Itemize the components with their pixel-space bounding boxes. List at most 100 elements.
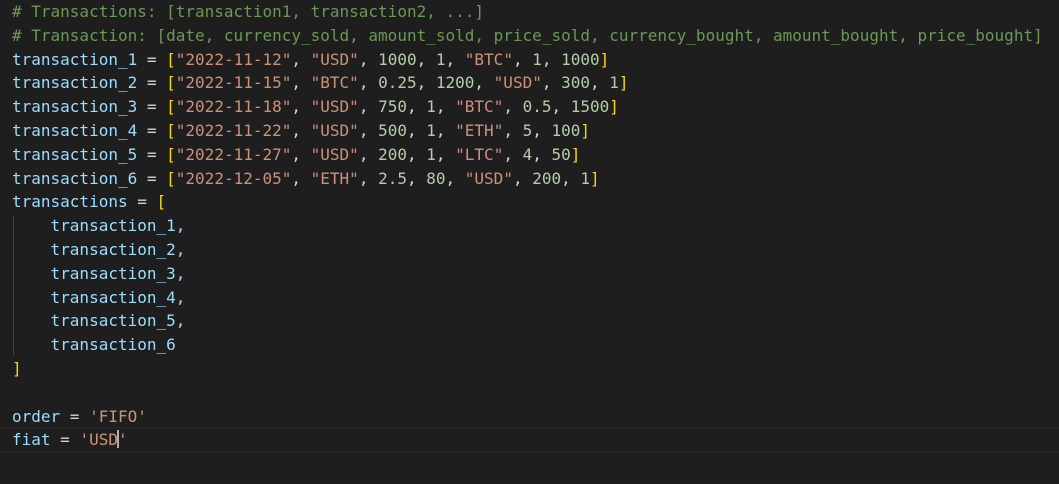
string: "BTC"	[455, 97, 504, 117]
code-line[interactable]: transaction_5,	[0, 309, 1059, 333]
number: 1	[532, 49, 542, 69]
string: "USD"	[464, 168, 513, 188]
number: 200	[378, 144, 407, 164]
string: "USD"	[310, 49, 359, 69]
separator: ,	[291, 73, 311, 93]
separator: ,	[416, 73, 436, 93]
code-line[interactable]: transaction_4 = ["2022-11-22", "USD", 50…	[0, 119, 1059, 143]
number: 1	[426, 144, 436, 164]
bracket: [	[166, 73, 176, 93]
string: "ETH"	[310, 168, 359, 188]
separator: ,	[358, 120, 379, 140]
operator: =	[50, 430, 80, 450]
variable: transaction_5	[12, 144, 138, 164]
number: 1	[426, 120, 436, 140]
string: "USD"	[310, 97, 359, 117]
operator: =	[60, 406, 90, 426]
number: 1	[426, 97, 436, 117]
code-line[interactable]: transaction_3 = ["2022-11-18", "USD", 75…	[0, 95, 1059, 119]
code-line-current[interactable]: fiat = 'USD'	[0, 427, 1059, 454]
number: 300	[561, 73, 591, 93]
string: "2022-11-22"	[175, 120, 292, 140]
code-line[interactable]: transaction_2,	[0, 238, 1059, 262]
number: 100	[551, 120, 581, 140]
code-line[interactable]: # Transactions: [transaction1, transacti…	[0, 0, 1059, 24]
bracket: [	[166, 168, 176, 188]
number: 1	[435, 49, 446, 69]
separator: ,	[406, 97, 427, 117]
code-line[interactable]: ]	[0, 357, 1059, 381]
operator: =	[137, 144, 167, 164]
bracket: ]	[609, 97, 619, 117]
code-editor[interactable]: # Transactions: [transaction1, transacti…	[0, 0, 1059, 484]
list-item: transaction_5,	[50, 311, 186, 331]
bracket: ]	[12, 358, 22, 378]
string: "LTC"	[455, 144, 504, 164]
separator: ,	[358, 97, 379, 117]
string: "2022-11-27"	[175, 144, 292, 164]
variable: transaction_4	[12, 120, 138, 140]
code-line[interactable]: transaction_1,	[0, 214, 1059, 238]
separator: ,	[291, 168, 311, 188]
string: 'FIFO'	[89, 406, 147, 426]
separator: ,	[406, 120, 427, 140]
separator: ,	[445, 168, 465, 188]
code-line[interactable]	[0, 381, 1059, 405]
number: 0.25	[378, 73, 417, 93]
variable: transactions	[12, 192, 128, 212]
code-line[interactable]: transaction_4,	[0, 286, 1059, 310]
separator: ,	[512, 168, 533, 188]
separator: ,	[512, 49, 533, 69]
code-line[interactable]: # Transaction: [date, currency_sold, amo…	[0, 24, 1059, 48]
separator: ,	[358, 144, 379, 164]
separator: ,	[358, 73, 379, 93]
string: "USD"	[493, 73, 542, 93]
code-line[interactable]: order = 'FIFO'	[0, 405, 1059, 429]
separator: ,	[435, 97, 456, 117]
list-item: transaction_4,	[50, 287, 186, 307]
code-line[interactable]: transaction_6	[0, 333, 1059, 357]
separator: ,	[551, 97, 571, 117]
code-line[interactable]: transaction_6 = ["2022-12-05", "ETH", 2.…	[0, 167, 1059, 191]
variable: transaction_2	[12, 73, 138, 93]
separator: ,	[291, 120, 311, 140]
string: "2022-11-18"	[175, 97, 292, 117]
bracket: ]	[590, 168, 600, 188]
separator: ,	[532, 120, 552, 140]
string: "ETH"	[455, 120, 504, 140]
separator: ,	[561, 168, 581, 188]
separator: ,	[503, 144, 523, 164]
bracket: ]	[570, 144, 581, 164]
number: 5	[522, 120, 533, 140]
separator: ,	[406, 168, 427, 188]
separator: ,	[532, 144, 552, 164]
code-line[interactable]: transaction_5 = ["2022-11-27", "USD", 20…	[0, 143, 1059, 167]
bracket: [	[156, 192, 167, 212]
separator: ,	[358, 49, 379, 69]
separator: ,	[474, 73, 494, 93]
code-line[interactable]: transactions = [	[0, 190, 1059, 214]
separator: ,	[541, 73, 562, 93]
code-line[interactable]: transaction_2 = ["2022-11-15", "BTC", 0.…	[0, 71, 1059, 95]
variable: order	[12, 406, 61, 426]
string: "USD"	[310, 120, 359, 140]
string: "2022-11-15"	[175, 73, 292, 93]
code-line[interactable]: transaction_3,	[0, 262, 1059, 286]
string: 'USD	[79, 430, 118, 450]
number: 1500	[570, 97, 610, 117]
separator: ,	[503, 120, 523, 140]
number: 1	[580, 168, 591, 188]
number: 200	[532, 168, 562, 188]
separator: ,	[445, 49, 465, 69]
separator: ,	[503, 97, 523, 117]
code-line[interactable]: transaction_1 = ["2022-11-12", "USD", 10…	[0, 48, 1059, 72]
operator: =	[137, 97, 167, 117]
variable: transaction_6	[12, 168, 138, 188]
separator: ,	[435, 144, 456, 164]
number: 50	[551, 144, 571, 164]
bracket: [	[166, 120, 176, 140]
bracket: ]	[618, 73, 629, 93]
